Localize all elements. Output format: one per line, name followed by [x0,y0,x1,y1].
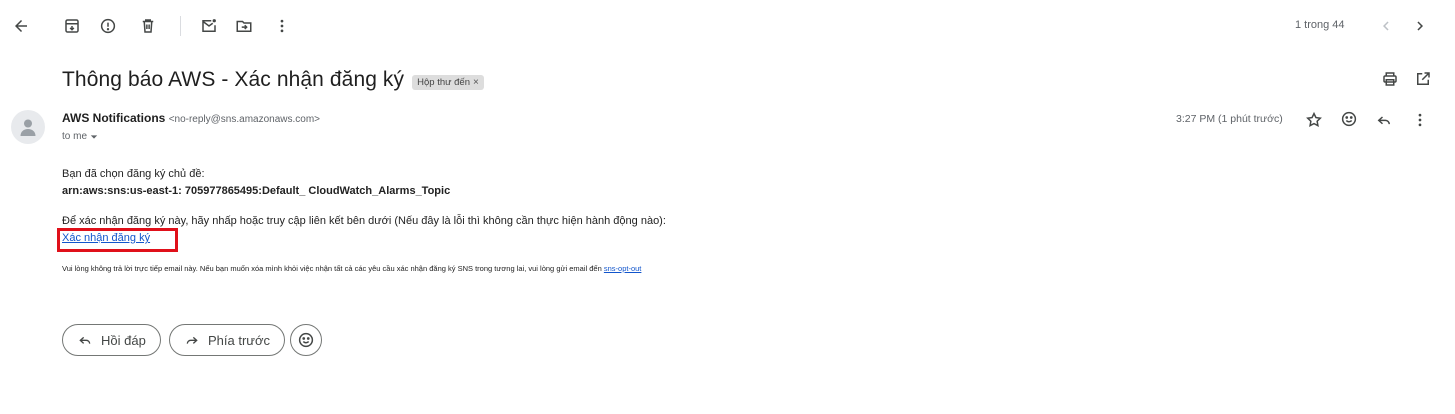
opt-out-link[interactable]: sns-opt-out [604,264,642,273]
inbox-label-chip[interactable]: Hộp thư đến × [412,74,484,90]
email-subject: Thông báo AWS - Xác nhận đăng ký [62,68,405,91]
smiley-icon [298,332,314,348]
avatar [11,110,45,144]
toolbar-divider [180,16,181,36]
annotation-highlight-box [57,228,178,252]
open-new-window-icon[interactable] [1411,67,1435,91]
newer-chevron-icon[interactable] [1374,14,1398,38]
sender-email: <no-reply@sns.amazonaws.com> [168,114,321,125]
sender-line: AWS Notifications <no-reply@sns.amazonaw… [62,111,320,125]
footer-note: Vui lòng không trả lời trực tiếp email n… [62,264,641,273]
pager-count: 1 trong 44 [1295,19,1345,31]
forward-arrow-icon [186,336,198,344]
email-timestamp: 3:27 PM (1 phút trước) [1176,113,1283,125]
subject-row: Thông báo AWS - Xác nhận đăng ký Hộp thư… [62,66,484,94]
sender-name[interactable]: AWS Notifications [62,111,165,125]
report-spam-icon[interactable] [96,14,120,38]
inbox-label-text: Hộp thư đến [417,76,470,88]
reply-arrow-icon [79,336,91,344]
emoji-reaction-icon[interactable] [1337,107,1361,131]
forward-button[interactable]: Phía trước [169,324,286,356]
mark-unread-icon[interactable] [197,14,221,38]
move-to-icon[interactable] [232,14,256,38]
more-vert-icon[interactable] [270,14,294,38]
back-arrow-icon[interactable] [9,14,33,38]
recipient-text: to me [62,131,88,142]
print-icon[interactable] [1378,67,1402,91]
reply-icon[interactable] [1372,108,1396,132]
reply-button[interactable]: Hồi đáp [62,324,161,356]
emoji-reaction-button[interactable] [290,324,322,356]
dropdown-caret-icon [90,134,98,139]
body-instructions: Để xác nhận đăng ký này, hãy nhấp hoặc t… [62,215,666,227]
toolbar: 1 trong 44 [0,0,1455,52]
archive-icon[interactable] [60,14,84,38]
remove-label-icon[interactable]: × [473,77,479,88]
forward-button-label: Phía trước [208,332,271,348]
delete-icon[interactable] [136,14,160,38]
body-intro: Bạn đã chọn đăng ký chủ đề: [62,168,205,180]
topic-arn: arn:aws:sns:us-east-1: 705977865495:Defa… [62,185,451,197]
star-icon[interactable] [1302,108,1326,132]
older-chevron-icon[interactable] [1408,14,1432,38]
reply-button-label: Hồi đáp [101,332,146,348]
message-more-icon[interactable] [1408,108,1432,132]
footer-text: Vui lòng không trả lời trực tiếp email n… [62,264,602,273]
recipient-details[interactable]: to me [62,131,98,142]
default-avatar-icon [20,119,36,136]
